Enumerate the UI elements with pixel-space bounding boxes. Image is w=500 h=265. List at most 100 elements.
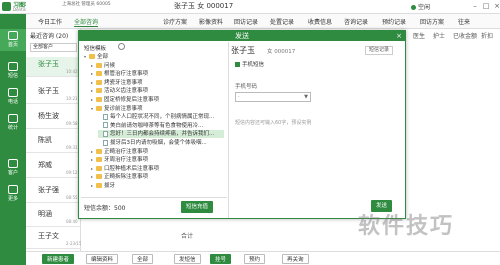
nav-message-label: 短信 [7, 73, 18, 79]
register-button[interactable]: 挂号 [210, 254, 232, 264]
tree-folder[interactable]: ▾ 全部 [84, 53, 224, 61]
template-pane: 短信模板 ▾ 全部 ▸ 问候 ▸ 根管治疗注意事项 ▸ 烤瓷牙注意事项 ▸ 活动义齿注意事项 ▸ 固定… [81, 42, 229, 218]
customer-name: 郑威 [38, 161, 52, 169]
all-button[interactable]: 全部 [132, 254, 154, 264]
list-item[interactable]: 王子文 2-23/15 [26, 229, 82, 249]
tree-template-item[interactable]: 拔牙后3日内请勿吸烟，会使个体吸咽... [98, 139, 224, 147]
status-indicator[interactable]: 空闲 [411, 2, 430, 11]
tree-folder[interactable]: ▸ 根管治疗注意事项 [91, 70, 224, 78]
tab-treatment-plan[interactable]: 诊疗方案 [163, 17, 187, 26]
tree-folder[interactable]: ▸ 活动义齿注意事项 [91, 87, 224, 95]
edit-profile-button[interactable]: 编辑资料 [86, 254, 119, 264]
folder-icon [96, 174, 102, 180]
tree-folder[interactable]: ▾ 复诊前注意事项 [91, 105, 224, 113]
list-item[interactable]: 郑威 09:12 [26, 158, 81, 178]
nav-more[interactable]: 更多 [0, 183, 26, 205]
home-icon [8, 31, 18, 40]
tab-revisit-record[interactable]: 回访记录 [234, 17, 258, 26]
top-bar: 上海总社 管理员 60005 张子玉 女 000017 空闲 – □ × [26, 0, 500, 14]
tree-folder[interactable]: ▸ 正畸拆除注意事项 [91, 173, 224, 181]
nav-message[interactable]: 短信 [0, 60, 26, 82]
tree-folder[interactable]: ▸ 拔牙 [91, 182, 224, 190]
list-item[interactable]: 张子玉 10:42 [26, 57, 81, 77]
customer-time: 10:42 [66, 69, 78, 74]
dialog-title: 发送 [79, 31, 405, 41]
tab-revisit-plan[interactable]: 回访方案 [420, 17, 444, 26]
tab-charges[interactable]: 收费信息 [308, 17, 332, 26]
sms-checkbox[interactable]: 手机短信 [235, 60, 264, 68]
template-tree: ▾ 全部 ▸ 问候 ▸ 根管治疗注意事项 ▸ 烤瓷牙注意事项 ▸ 活动义齿注意事项 ▸ 固定桥修复后注… [81, 53, 227, 196]
tree-label: 根管治疗注意事项 [104, 71, 149, 78]
folder-icon [96, 79, 102, 85]
tab-today[interactable]: 今日工作 [38, 17, 62, 26]
folder-icon [96, 88, 102, 94]
folder-icon [96, 183, 102, 188]
tree-folder[interactable]: ▸ 固定桥修复后注意事项 [91, 96, 224, 104]
list-item[interactable]: 张子强 08:55 [26, 183, 81, 203]
tab-consult-record[interactable]: 咨询记录 [344, 17, 368, 26]
send-pane: 张子玉 女 000017 短信记录 手机短信 手机号码 · ▼ 短信内容还可输入… [231, 42, 404, 218]
nav-home-label: 首页 [7, 42, 18, 48]
customer-name: 张子玉 [38, 60, 59, 68]
status-dot-icon [411, 5, 416, 10]
bottom-action-bar: 新建患者 编辑资料 全部 发短信 挂号 预约 再关询 [26, 251, 500, 265]
tree-template-item[interactable]: 每个人口腔状况不同，个别病情属正常现... [98, 113, 224, 121]
list-item[interactable]: 陈凯 09:31 [26, 133, 81, 153]
tree-folder[interactable]: ▸ 口腔种植术后注意事项 [91, 165, 224, 173]
new-patient-button[interactable]: 新建患者 [42, 254, 75, 264]
list-item[interactable]: 张子玉 10:21 [26, 84, 81, 104]
gear-icon[interactable] [118, 43, 125, 50]
user-icon [8, 159, 18, 168]
customer-name: 明涵 [38, 210, 52, 218]
nav-phone-label: 电话 [7, 99, 18, 105]
tree-folder[interactable]: ▸ 问候 [91, 62, 224, 70]
sms-checkbox-label: 手机短信 [242, 62, 265, 68]
more-icon [8, 185, 18, 194]
customer-name: 杨生波 [38, 112, 59, 120]
column-header: 折扣 [481, 33, 494, 40]
customer-time: 2-23/15 [66, 241, 82, 246]
document-icon [103, 113, 108, 120]
customer-name: 张子强 [38, 186, 59, 194]
column-header: 医生 [413, 33, 426, 40]
nav-customer[interactable]: 客户 [0, 157, 26, 179]
tab-appointments[interactable]: 预约记录 [382, 17, 406, 26]
customer-name: 陈凯 [38, 136, 52, 144]
customer-time: 08:55 [66, 195, 78, 200]
customer-time: 10:21 [66, 96, 78, 101]
tab-all-consult[interactable]: 全部咨询 [74, 17, 99, 27]
customer-filter-select[interactable]: 全部客户 [30, 43, 77, 52]
tree-template-item[interactable]: 您好！三日内都会持续疼痛，并告诉我们... [98, 130, 224, 139]
tree-folder[interactable]: ▸ 正畸治疗注意事项 [91, 148, 224, 156]
appointment-button[interactable]: 预约 [244, 254, 266, 264]
checkbox-icon [235, 62, 240, 67]
customer-time: 09:31 [66, 145, 78, 150]
chevron-down-icon: ▼ [304, 94, 308, 100]
nav-home[interactable]: 首页 [0, 29, 26, 51]
nav-phone[interactable]: 电话 [0, 86, 26, 108]
tree-label: 您好！三日内都会持续疼痛，并告诉我们... [110, 131, 215, 138]
tab-disposal-record[interactable]: 处置记录 [270, 17, 294, 26]
document-icon [103, 130, 108, 137]
tree-folder[interactable]: ▸ 烤瓷牙注意事项 [91, 79, 224, 87]
close-icon[interactable]: × [395, 31, 403, 41]
recharge-button[interactable]: 短信充值 [181, 201, 214, 213]
phone-select[interactable]: · ▼ [235, 92, 311, 102]
sms-record-button[interactable]: 短信记录 [365, 46, 394, 55]
minimize-icon[interactable]: – [471, 2, 479, 10]
sms-balance: 短信余额：500 [84, 205, 126, 212]
customer-list-header: 最近咨询 (20) [30, 33, 69, 40]
tab-contacts[interactable]: 往来 [458, 17, 470, 26]
recipient-info: 女 000017 [267, 49, 296, 55]
list-item[interactable]: 明涵 08:40 [26, 207, 81, 227]
nav-stats[interactable]: 统计 [0, 112, 26, 134]
tab-images[interactable]: 影像资料 [199, 17, 223, 26]
close-window-icon[interactable]: × [493, 2, 500, 10]
reconsult-button[interactable]: 再关询 [282, 254, 309, 264]
folder-icon [96, 165, 102, 171]
send-sms-button[interactable]: 发短信 [174, 254, 201, 264]
tree-folder[interactable]: ▸ 牙周治疗注意事项 [91, 156, 224, 164]
tree-template-item[interactable]: 美白前请勿咖啡茶等有色食物使用冷... [98, 122, 224, 130]
maximize-icon[interactable]: □ [482, 2, 490, 10]
list-item[interactable]: 杨生波 09:58 [26, 109, 81, 129]
